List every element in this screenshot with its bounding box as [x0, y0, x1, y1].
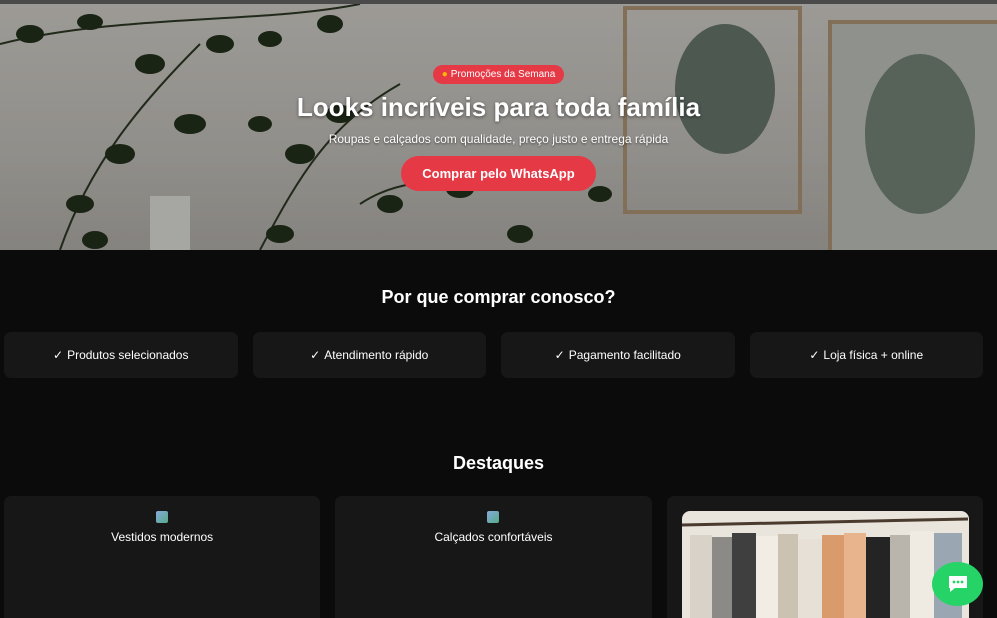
why-title: Por que comprar conosco?: [381, 287, 616, 307]
fire-icon: ●: [441, 69, 448, 80]
check-icon: ✓: [809, 348, 820, 362]
feature-label: Pagamento facilitado: [568, 348, 681, 362]
highlight-card-shoes[interactable]: Calçados confortáveis: [335, 496, 652, 618]
chat-float-button[interactable]: [932, 562, 983, 606]
hero-title: Looks incríveis para toda família: [296, 92, 701, 122]
feature-label: Produtos selecionados: [67, 348, 189, 362]
features-list: ✓ Produtos selecionados ✓ Atendimento rápi…: [0, 332, 997, 378]
feature-label: Loja física + online: [823, 348, 924, 362]
clothes-rack-photo: [681, 511, 969, 618]
highlights-grid: Vestidos modernos Calçados confortáveis: [0, 496, 997, 618]
broken-image-icon: [487, 511, 500, 523]
broken-image-icon: [156, 511, 169, 523]
feature-item: ✓ Atendimento rápido: [252, 332, 486, 378]
promo-badge: ● Promoções da Semana: [432, 65, 565, 84]
card-label: Vestidos modernos: [111, 530, 214, 544]
check-icon: ✓: [310, 348, 321, 362]
highlights-title: Destaques: [452, 453, 545, 473]
hero-content: ● Promoções da Semana Looks incríveis par…: [0, 64, 997, 191]
check-icon: ✓: [53, 348, 64, 362]
whatsapp-buy-button[interactable]: Comprar pelo WhatsApp: [401, 156, 596, 191]
hero-banner: ● Promoções da Semana Looks incríveis par…: [0, 4, 997, 250]
feature-label: Atendimento rápido: [324, 348, 429, 362]
hero-subtitle: Roupas e calçados com qualidade, preço j…: [328, 132, 669, 146]
highlight-card-dresses[interactable]: Vestidos modernos: [4, 496, 321, 618]
highlight-card-clothes-rack[interactable]: [666, 496, 983, 618]
chat-icon: [948, 576, 967, 592]
feature-item: ✓ Loja física + online: [749, 332, 983, 378]
feature-item: ✓ Produtos selecionados: [4, 332, 238, 378]
card-label: Calçados confortáveis: [434, 530, 553, 544]
promo-badge-label: Promoções da Semana: [450, 69, 556, 80]
feature-item: ✓ Pagamento facilitado: [501, 332, 735, 378]
check-icon: ✓: [554, 348, 565, 362]
